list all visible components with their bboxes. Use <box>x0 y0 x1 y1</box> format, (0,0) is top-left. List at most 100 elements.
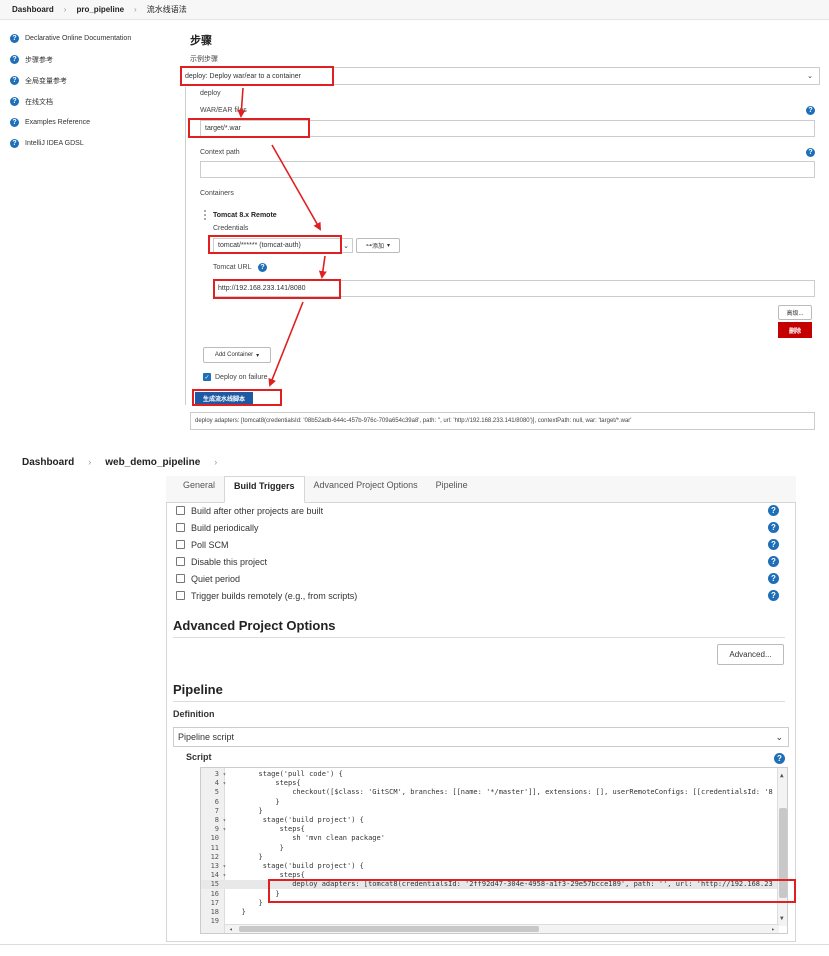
help-icon[interactable]: ? <box>768 505 779 516</box>
code-text: stage('build project') { <box>229 816 364 824</box>
line-number: 8 <box>214 816 219 824</box>
breadcrumb-dashboard[interactable]: Dashboard <box>22 457 74 468</box>
tab-build-triggers[interactable]: Build Triggers <box>224 476 305 503</box>
line-number: 17 <box>210 898 219 907</box>
line-number: 19 <box>210 917 219 926</box>
highlight-box <box>268 879 796 903</box>
checkbox[interactable] <box>176 574 185 583</box>
arrow <box>271 144 321 231</box>
tab-advanced-project-options[interactable]: Advanced Project Options <box>305 475 427 502</box>
code-line[interactable]: 7 } <box>201 807 781 816</box>
divider <box>0 944 829 945</box>
line-number: 11 <box>210 843 219 852</box>
trigger-option: Disable this project? <box>176 553 791 570</box>
code-text: checkout([$class: 'GitSCM', branches: [[… <box>229 788 773 797</box>
advanced-button[interactable]: Advanced... <box>717 644 784 665</box>
code-text: stage('build project') { <box>229 862 364 870</box>
code-line[interactable]: 12 } <box>201 853 781 862</box>
scroll-thumb[interactable] <box>239 926 539 932</box>
code-text: sh 'mvn clean package' <box>229 834 385 843</box>
advanced-options-title: Advanced Project Options <box>173 618 336 633</box>
line-number: 6 <box>214 797 219 806</box>
script-label: Script <box>186 752 212 762</box>
scroll-up-icon[interactable]: ▲ <box>780 772 784 779</box>
code-line[interactable]: 10 sh 'mvn clean package' <box>201 834 781 843</box>
line-number: 7 <box>214 806 219 815</box>
trigger-option: Trigger builds remotely (e.g., from scri… <box>176 587 791 604</box>
trigger-label: Build after other projects are built <box>191 505 324 516</box>
code-text: steps{ <box>229 779 301 788</box>
divider <box>173 637 785 638</box>
trigger-label: Build periodically <box>191 522 259 533</box>
line-number: 4 <box>214 779 219 788</box>
checkbox[interactable] <box>176 506 185 515</box>
code-line[interactable]: 6 } <box>201 798 781 807</box>
trigger-label: Poll SCM <box>191 539 229 550</box>
trigger-label: Disable this project <box>191 556 268 567</box>
config-tabs: General Build Triggers Advanced Project … <box>166 476 796 503</box>
code-line[interactable]: 3 ▾ stage('pull code') { <box>201 770 781 779</box>
code-text: } <box>229 797 280 806</box>
code-line[interactable]: 13 ▾ stage('build project') { <box>201 862 781 871</box>
help-icon[interactable]: ? <box>774 753 785 764</box>
line-number: 13 <box>210 862 219 870</box>
trigger-option: Build periodically? <box>176 519 791 536</box>
pipeline-syntax-panel: Dashboard › pro_pipeline › 流水线语法 ? Declar… <box>0 0 829 440</box>
chevron-down-icon: ⌄ <box>775 731 783 742</box>
breadcrumb: Dashboard › web_demo_pipeline › <box>0 450 829 474</box>
line-number: 12 <box>210 852 219 861</box>
tab-general[interactable]: General <box>174 475 224 502</box>
checkbox[interactable] <box>176 591 185 600</box>
line-number: 16 <box>210 889 219 898</box>
code-line[interactable]: 4 ▾ steps{ <box>201 779 781 788</box>
line-number: 14 <box>210 871 219 880</box>
checkbox[interactable] <box>176 540 185 549</box>
line-number: 9 <box>214 825 219 834</box>
line-number: 3 <box>214 770 219 778</box>
code-line[interactable]: 5 checkout([$class: 'GitSCM', branches: … <box>201 788 781 797</box>
divider <box>173 701 785 702</box>
help-icon[interactable]: ? <box>768 539 779 550</box>
code-line[interactable]: 8 ▾ stage('build project') { <box>201 816 781 825</box>
line-number: 5 <box>214 788 219 797</box>
trigger-option: Quiet period? <box>176 570 791 587</box>
pipeline-title: Pipeline <box>173 682 223 697</box>
code-line[interactable]: 9 ▾ steps{ <box>201 825 781 834</box>
trigger-label: Quiet period <box>191 573 241 584</box>
arrow <box>268 301 304 387</box>
scroll-down-icon[interactable]: ▼ <box>780 915 784 922</box>
line-number: 15 <box>210 880 219 889</box>
script-editor[interactable]: 3 ▾ stage('pull code') {4 ▾ steps{5 chec… <box>200 767 788 934</box>
checkbox[interactable] <box>176 557 185 566</box>
code-text: } <box>229 806 263 815</box>
trigger-option: Build after other projects are built? <box>176 502 791 519</box>
checkbox[interactable] <box>176 523 185 532</box>
scroll-right-icon[interactable]: ▸ <box>771 926 775 933</box>
line-number: 18 <box>210 908 219 916</box>
code-line[interactable]: 18 } <box>201 908 781 917</box>
help-icon[interactable]: ? <box>768 573 779 584</box>
help-icon[interactable]: ? <box>768 590 779 601</box>
code-text: } <box>229 908 246 916</box>
breadcrumb-job[interactable]: web_demo_pipeline <box>105 457 200 468</box>
code-text: } <box>229 852 263 861</box>
tab-pipeline[interactable]: Pipeline <box>427 475 477 502</box>
help-icon[interactable]: ? <box>768 556 779 567</box>
trigger-option: Poll SCM? <box>176 536 791 553</box>
code-text: } <box>229 843 284 852</box>
code-text: steps{ <box>229 871 305 880</box>
definition-value: Pipeline script <box>178 732 235 742</box>
code-text: stage('pull code') { <box>229 770 343 778</box>
line-number: 10 <box>210 834 219 843</box>
definition-select[interactable]: Pipeline script ⌄ <box>173 727 789 747</box>
arrow <box>318 255 327 279</box>
horizontal-scrollbar[interactable]: ◂ ▸ <box>225 924 779 933</box>
code-line[interactable]: 11 } <box>201 844 781 853</box>
definition-label: Definition <box>173 709 215 719</box>
help-icon[interactable]: ? <box>768 522 779 533</box>
arrow <box>237 87 246 118</box>
code-text: steps{ <box>229 825 305 834</box>
trigger-label: Trigger builds remotely (e.g., from scri… <box>191 590 358 601</box>
scroll-left-icon[interactable]: ◂ <box>229 926 233 933</box>
annotation-arrows <box>237 87 327 387</box>
